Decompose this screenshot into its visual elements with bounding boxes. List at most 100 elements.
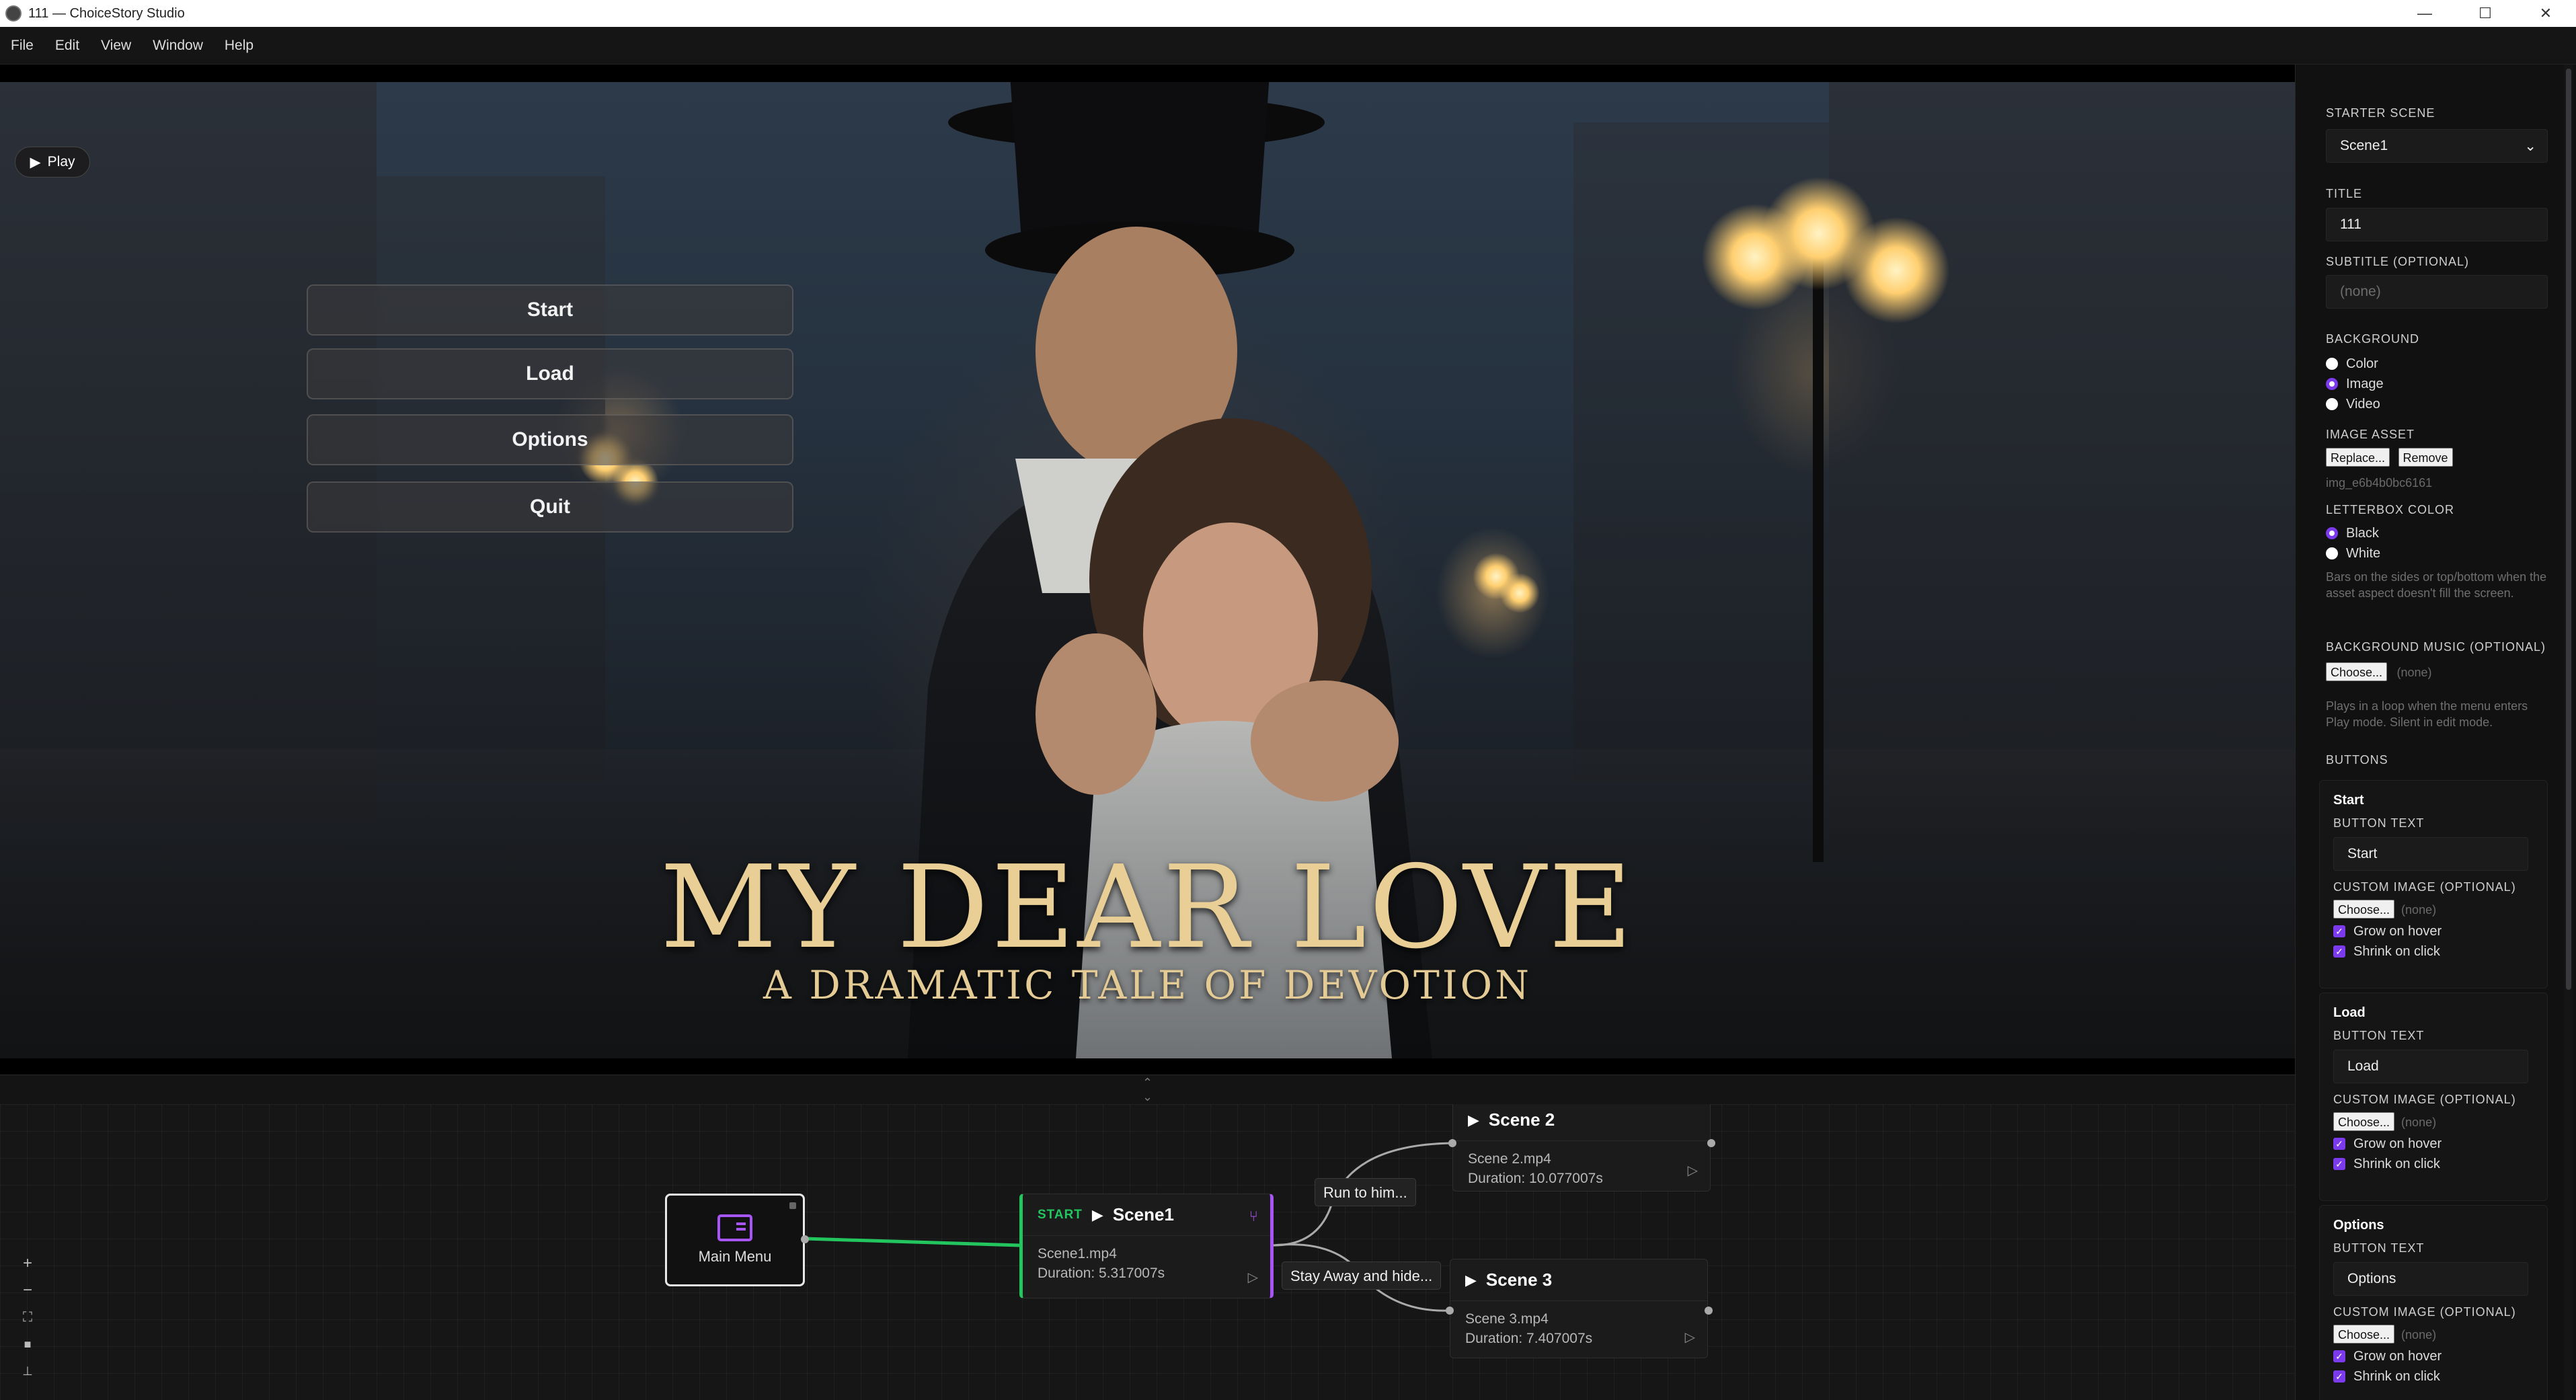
properties-panel: STARTER SCENE Scene1 ⌄ TITLE 111 SUBTITL… <box>2295 65 2576 1400</box>
button-card-name: Load <box>2333 1005 2366 1020</box>
background-image-label: Image <box>2346 376 2384 391</box>
background-video-radio[interactable]: Video <box>2326 394 2548 414</box>
panel-scrollbar[interactable] <box>2564 65 2573 1400</box>
menu-preview: ▶ Play Start Load Options Quit MY DEAR L… <box>0 65 2295 1075</box>
scene2-file: Scene 2.mp4 <box>1468 1151 1551 1167</box>
menu-window[interactable]: Window <box>142 27 214 65</box>
scene3-node[interactable]: ▶ Scene 3 Scene 3.mp4 Duration: 7.407007… <box>1450 1259 1708 1358</box>
starter-scene-label: STARTER SCENE <box>2326 106 2435 120</box>
start-badge: START <box>1038 1207 1083 1222</box>
options-button-text-input[interactable]: Options <box>2333 1262 2528 1296</box>
play-icon: ▶ <box>30 154 41 170</box>
letterbox-black-radio[interactable]: Black <box>2326 523 2548 543</box>
music-value: (none) <box>2396 666 2432 679</box>
button-card-name: Start <box>2333 793 2364 808</box>
preview-start-button[interactable]: Start <box>307 284 793 336</box>
letterbox-hint: Bars on the sides or top/bottom when the… <box>2326 570 2547 600</box>
node-lock-icon <box>789 1202 796 1209</box>
title-input[interactable]: 111 <box>2326 208 2548 241</box>
scene3-name: Scene 3 <box>1485 1270 1553 1290</box>
grow-label: Grow on hover <box>2353 1136 2442 1151</box>
remove-button[interactable]: Remove <box>2398 448 2453 467</box>
menu-file[interactable]: File <box>0 27 44 65</box>
split-handle-icon: ⌃ ⌄ <box>1142 1075 1153 1103</box>
options-grow-checkbox[interactable]: ✓ Grow on hover <box>2333 1346 2547 1366</box>
scene1-name: Scene1 <box>1112 1204 1174 1224</box>
button-text-label: BUTTON TEXT <box>2333 1241 2425 1255</box>
options-image-choose-button[interactable]: Choose... <box>2333 1325 2395 1344</box>
asset-id: img_e6b4b0bc6161 <box>2326 476 2433 490</box>
scene2-input-port[interactable] <box>1448 1139 1456 1147</box>
scene2-node[interactable]: ▶ Scene 2 Scene 2.mp4 Duration: 10.07700… <box>1452 1104 1711 1192</box>
options-shrink-checkbox[interactable]: ✓ Shrink on click <box>2333 1366 2547 1387</box>
subtitle-input[interactable]: (none) <box>2326 275 2548 309</box>
choice-stay-away[interactable]: Stay Away and hide... <box>1282 1261 1442 1290</box>
grow-label: Grow on hover <box>2353 923 2442 939</box>
panel-splitter[interactable]: ⌃ ⌄ <box>0 1075 2295 1104</box>
menu-view[interactable]: View <box>90 27 142 65</box>
scene-play-icon: ▶ <box>1468 1111 1479 1128</box>
preview-quit-button[interactable]: Quit <box>307 481 793 533</box>
zoom-in-icon[interactable]: + <box>17 1253 38 1274</box>
load-shrink-checkbox[interactable]: ✓ Shrink on click <box>2333 1154 2547 1174</box>
app-window: 111 — ChoiceStory Studio — ☐ ✕ File Edit… <box>0 0 2576 1400</box>
scene3-preview-icon[interactable]: ▷ <box>1685 1329 1695 1346</box>
load-button-text-input[interactable]: Load <box>2333 1050 2528 1083</box>
main-menu-node[interactable]: Main Menu <box>665 1194 805 1286</box>
replace-button[interactable]: Replace... <box>2326 448 2390 467</box>
background-image-radio[interactable]: Image <box>2326 374 2548 394</box>
main-menu-output-port[interactable] <box>801 1235 809 1243</box>
background-color-label: Color <box>2346 356 2378 371</box>
minimize-icon[interactable]: — <box>2394 0 2455 27</box>
buttons-label: BUTTONS <box>2326 753 2388 767</box>
scene3-input-port[interactable] <box>1446 1307 1454 1315</box>
lock-icon[interactable]: ■ <box>17 1334 38 1354</box>
close-icon[interactable]: ✕ <box>2515 0 2576 27</box>
scene2-preview-icon[interactable]: ▷ <box>1688 1162 1698 1179</box>
letterbox-white-label: White <box>2346 545 2381 561</box>
preview-load-button[interactable]: Load <box>307 348 793 399</box>
menu-help[interactable]: Help <box>214 27 264 65</box>
scene1-node[interactable]: START ▶ Scene1 ⑂ Scene1.mp4 Duration: 5.… <box>1019 1194 1274 1298</box>
load-image-value: (none) <box>2401 1116 2437 1129</box>
choice-run-to-him[interactable]: Run to him... <box>1315 1178 1416 1206</box>
button-card-name: Options <box>2333 1218 2384 1233</box>
scene3-duration: Duration: 7.407007s <box>1465 1331 1593 1346</box>
load-image-choose-button[interactable]: Choose... <box>2333 1112 2395 1131</box>
preview-options-button[interactable]: Options <box>307 414 793 465</box>
scene-graph[interactable]: + − ⛶ ■ ⊥ Main Menu START ▶ Scene1 ⑂ Sce… <box>0 1104 2295 1400</box>
game-subtitle: A DRAMATIC TALE OF DEVOTION <box>763 962 1532 1008</box>
music-hint: Plays in a loop when the menu enters Pla… <box>2326 699 2528 729</box>
subtitle-label: SUBTITLE (OPTIONAL) <box>2326 255 2470 268</box>
shrink-label: Shrink on click <box>2353 1368 2440 1384</box>
scene1-preview-icon[interactable]: ▷ <box>1248 1269 1258 1286</box>
background-label: BACKGROUND <box>2326 332 2420 346</box>
load-grow-checkbox[interactable]: ✓ Grow on hover <box>2333 1134 2547 1154</box>
fit-view-icon[interactable]: ⛶ <box>17 1307 38 1327</box>
music-choose-button[interactable]: Choose... <box>2326 662 2388 681</box>
play-button[interactable]: ▶ Play <box>15 147 90 178</box>
window-title: 111 — ChoiceStory Studio <box>28 5 185 21</box>
starter-scene-select[interactable]: Scene1 ⌄ <box>2326 129 2548 163</box>
chevron-down-icon: ⌄ <box>2524 138 2536 154</box>
start-shrink-checkbox[interactable]: ✓ Shrink on click <box>2333 941 2547 962</box>
scene2-output-port[interactable] <box>1707 1139 1715 1147</box>
shrink-label: Shrink on click <box>2353 943 2440 959</box>
start-image-value: (none) <box>2401 903 2437 917</box>
start-grow-checkbox[interactable]: ✓ Grow on hover <box>2333 921 2547 941</box>
custom-image-label: CUSTOM IMAGE (OPTIONAL) <box>2333 880 2516 894</box>
menu-bar: File Edit View Window Help <box>0 27 2576 65</box>
button-text-label: BUTTON TEXT <box>2333 816 2425 830</box>
start-image-choose-button[interactable]: Choose... <box>2333 900 2395 919</box>
letterbox-white-radio[interactable]: White <box>2326 543 2548 563</box>
zoom-out-icon[interactable]: − <box>17 1280 38 1300</box>
scene3-output-port[interactable] <box>1705 1307 1713 1315</box>
maximize-icon[interactable]: ☐ <box>2455 0 2515 27</box>
start-button-text-input[interactable]: Start <box>2333 837 2528 871</box>
menu-edit[interactable]: Edit <box>44 27 90 65</box>
branch-icon[interactable]: ⑂ <box>1249 1208 1258 1225</box>
background-color-radio[interactable]: Color <box>2326 354 2548 374</box>
scene1-duration: Duration: 5.317007s <box>1038 1266 1165 1281</box>
music-label: BACKGROUND MUSIC (OPTIONAL) <box>2326 640 2546 654</box>
layout-icon[interactable]: ⊥ <box>17 1361 38 1381</box>
